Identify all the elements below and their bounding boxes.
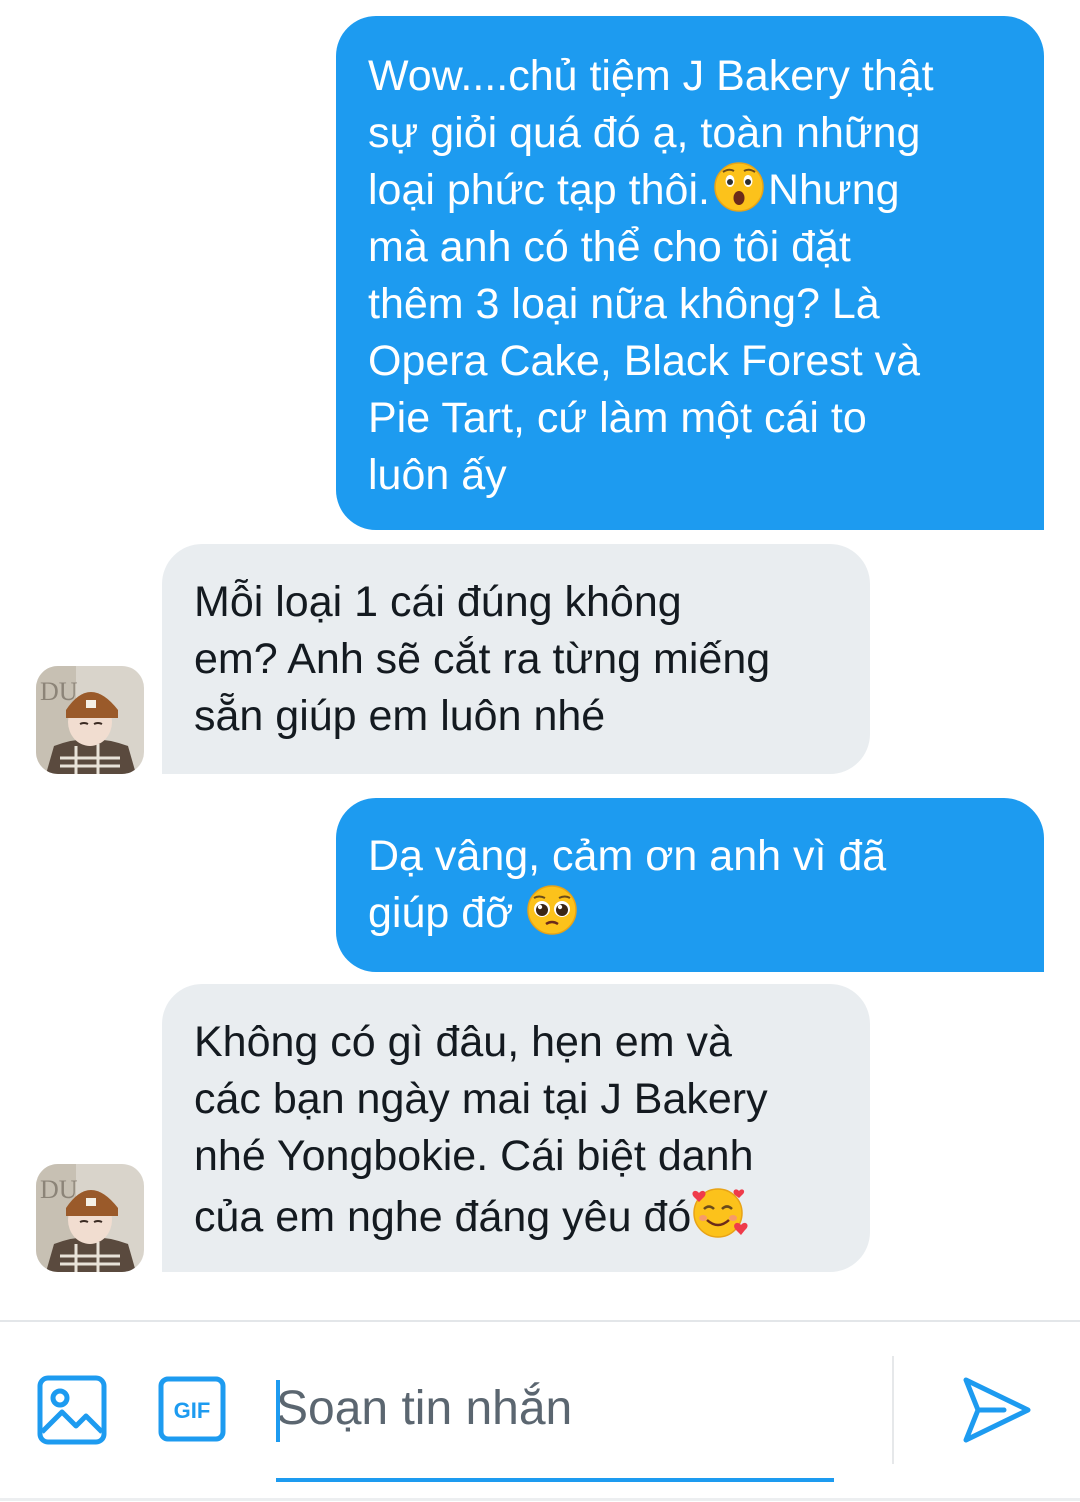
bottom-divider bbox=[0, 1498, 1080, 1501]
text-cursor bbox=[276, 1380, 280, 1442]
gif-icon: GIF bbox=[158, 1376, 226, 1442]
image-icon[interactable] bbox=[36, 1374, 108, 1446]
contact-avatar[interactable]: DU bbox=[36, 1164, 144, 1272]
message-text: Dạ vâng, cảm ơn anh vì đã giúp đỡ bbox=[368, 832, 887, 937]
send-icon[interactable] bbox=[958, 1374, 1034, 1446]
astonished-face-emoji-icon bbox=[714, 162, 764, 212]
avatar-photo-icon: DU bbox=[36, 1164, 144, 1272]
gif-button[interactable]: GIF bbox=[158, 1376, 226, 1442]
input-underline bbox=[276, 1478, 834, 1482]
svg-text:DU: DU bbox=[40, 677, 78, 706]
sent-message-bubble[interactable]: Wow....chủ tiệm J Bakery thật sự giỏi qu… bbox=[336, 16, 1044, 530]
received-message-bubble[interactable]: Không có gì đâu, hẹn em và các bạn ngày … bbox=[162, 984, 870, 1272]
message-composer: GIF bbox=[0, 1320, 1080, 1502]
message-text: Không có gì đâu, hẹn em và các bạn ngày … bbox=[194, 1018, 768, 1241]
avatar-photo-icon: DU bbox=[36, 666, 144, 774]
message-text-continued: Nhưng mà anh có thể cho tôi đặt thêm 3 l… bbox=[368, 166, 921, 499]
pleading-face-emoji-icon bbox=[527, 885, 578, 935]
svg-text:DU: DU bbox=[40, 1175, 78, 1204]
sent-message-bubble[interactable]: Dạ vâng, cảm ơn anh vì đã giúp đỡ bbox=[336, 798, 1044, 972]
received-message-bubble[interactable]: Mỗi loại 1 cái đúng không em? Anh sẽ cắt… bbox=[162, 544, 870, 774]
gif-label: GIF bbox=[174, 1398, 211, 1423]
message-input[interactable] bbox=[276, 1374, 834, 1442]
smiling-face-with-hearts-emoji-icon bbox=[692, 1188, 748, 1238]
message-text: Mỗi loại 1 cái đúng không em? Anh sẽ cắt… bbox=[194, 578, 771, 740]
contact-avatar[interactable]: DU bbox=[36, 666, 144, 774]
composer-divider bbox=[892, 1356, 894, 1464]
